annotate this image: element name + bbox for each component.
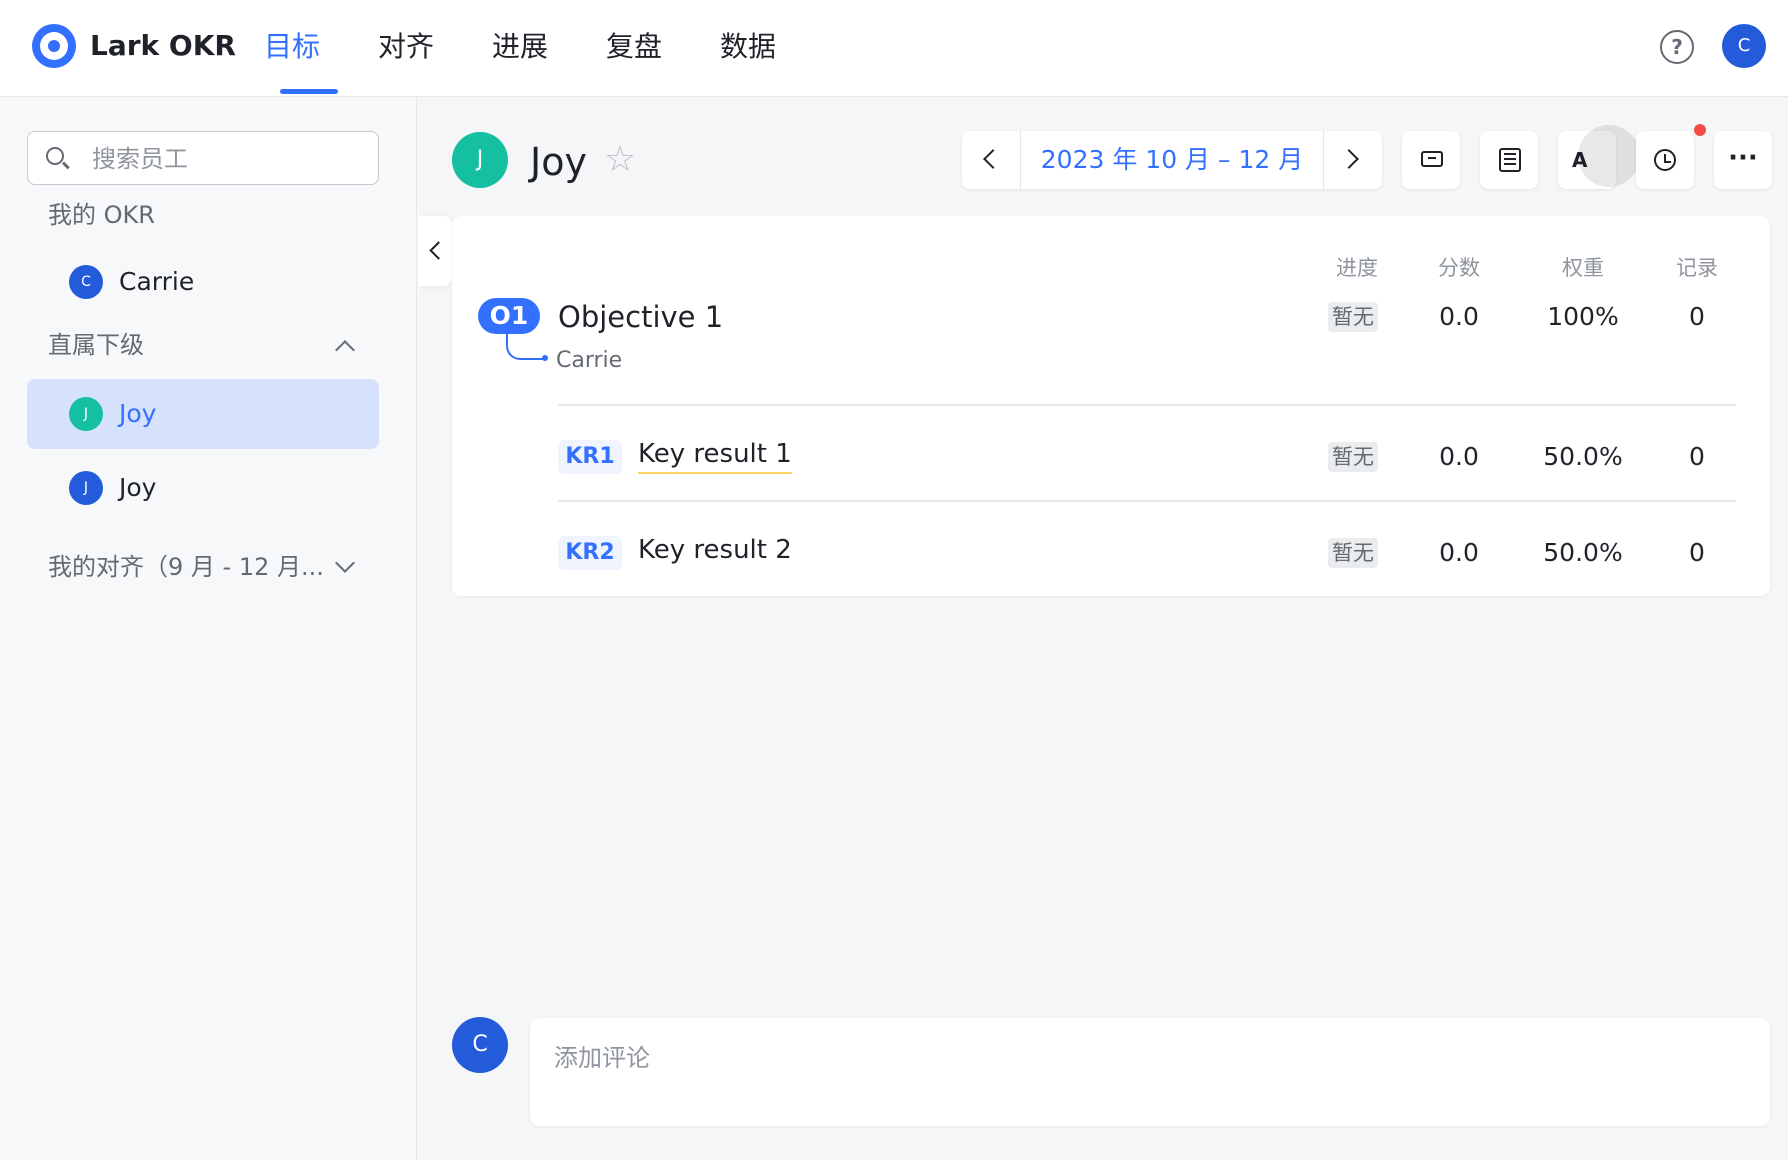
- kr-title[interactable]: Key result 2: [638, 532, 792, 568]
- employee-search[interactable]: [27, 131, 379, 185]
- objective-weight[interactable]: 100%: [1528, 300, 1638, 334]
- chevron-up-icon[interactable]: [335, 340, 355, 360]
- progress-tag[interactable]: 暂无: [1328, 538, 1378, 568]
- comment-icon: [1421, 151, 1443, 167]
- my-alignment-section-title[interactable]: 我的对齐（9 月 - 12 月...: [48, 551, 324, 583]
- kr-badge: KR1: [558, 440, 622, 474]
- column-header-score: 分数: [1438, 256, 1480, 280]
- main-nav: 目标 对齐 进展 复盘 数据: [264, 0, 834, 96]
- okr-owner-avatar: J: [452, 132, 508, 188]
- objective-score[interactable]: 0.0: [1404, 300, 1514, 334]
- user-avatar[interactable]: C: [1722, 24, 1766, 68]
- sidebar-item-label: Joy: [119, 473, 157, 502]
- progress-tag[interactable]: 暂无: [1328, 442, 1378, 472]
- comment-input[interactable]: [552, 1040, 1746, 1076]
- nav-tab-data[interactable]: 数据: [720, 0, 834, 96]
- list-view-button[interactable]: [1480, 131, 1538, 189]
- sidebar: 我的 OKR C Carrie 直属下级 J Joy J Joy 我的对齐（9 …: [0, 97, 417, 1160]
- chevron-down-icon[interactable]: [335, 553, 355, 573]
- sidebar-item-label: Carrie: [119, 267, 195, 296]
- top-bar: Lark OKR 目标 对齐 进展 复盘 数据 ? C: [0, 0, 1788, 97]
- star-icon[interactable]: ☆: [604, 138, 636, 182]
- column-header-weight: 权重: [1562, 256, 1604, 280]
- more-icon: ···: [1728, 143, 1758, 173]
- kr-weight[interactable]: 50.0%: [1528, 536, 1638, 570]
- owner-connector: [506, 334, 546, 360]
- nav-tab-alignment[interactable]: 对齐: [378, 0, 492, 96]
- list-icon: [1499, 148, 1521, 172]
- column-header-progress: 进度: [1336, 256, 1378, 280]
- kr-records[interactable]: 0: [1642, 440, 1752, 474]
- comment-button[interactable]: [1402, 131, 1460, 189]
- direct-reports-section-title[interactable]: 直属下级: [48, 329, 144, 361]
- column-header-records: 记录: [1676, 256, 1718, 280]
- collapse-sidebar-button[interactable]: [418, 216, 452, 286]
- owner-connector-dot: [542, 355, 548, 361]
- nav-tab-progress[interactable]: 进展: [492, 0, 606, 96]
- objective-badge: O1: [478, 298, 540, 334]
- progress-tag[interactable]: 暂无: [1328, 302, 1378, 332]
- okr-card: 进度 分数 权重 记录 O1 Objective 1 Carrie 暂无 0.0…: [452, 216, 1770, 596]
- kr-title[interactable]: Key result 1: [638, 436, 792, 474]
- sidebar-item-joy[interactable]: J Joy: [27, 453, 379, 523]
- help-icon[interactable]: ?: [1660, 30, 1694, 64]
- sidebar-item-joy-selected[interactable]: J Joy: [27, 379, 379, 449]
- sidebar-item-carrie[interactable]: C Carrie: [27, 247, 379, 317]
- app-title: Lark OKR: [90, 29, 236, 62]
- okr-owner-name: Joy: [530, 140, 587, 184]
- kr-score[interactable]: 0.0: [1404, 536, 1514, 570]
- divider: [558, 500, 1736, 502]
- avatar: J: [69, 471, 103, 505]
- comment-box[interactable]: [530, 1018, 1770, 1126]
- period-label[interactable]: 2023 年 10 月 – 12 月: [1020, 131, 1324, 189]
- nav-tab-objectives[interactable]: 目标: [264, 0, 378, 96]
- kr-weight[interactable]: 50.0%: [1528, 440, 1638, 474]
- avatar: J: [69, 397, 103, 431]
- kr-score[interactable]: 0.0: [1404, 440, 1514, 474]
- sidebar-item-label: Joy: [119, 399, 157, 428]
- objective-title[interactable]: Objective 1: [558, 298, 723, 336]
- next-period-button[interactable]: [1323, 131, 1382, 189]
- kr-records[interactable]: 0: [1642, 536, 1752, 570]
- objective-owner[interactable]: Carrie: [556, 346, 622, 376]
- history-icon: [1654, 149, 1676, 171]
- divider: [558, 404, 1736, 406]
- nav-tab-review[interactable]: 复盘: [606, 0, 720, 96]
- hover-highlight: [1578, 125, 1640, 187]
- search-icon: [46, 147, 64, 165]
- avatar: C: [69, 265, 103, 299]
- kr-badge: KR2: [558, 536, 622, 570]
- commenter-avatar: C: [452, 1017, 508, 1073]
- previous-period-button[interactable]: [962, 131, 1021, 189]
- notification-dot: [1694, 124, 1706, 136]
- my-okr-section-title[interactable]: 我的 OKR: [48, 199, 155, 231]
- lark-okr-logo-icon: [32, 24, 76, 68]
- objective-records[interactable]: 0: [1642, 300, 1752, 334]
- more-button[interactable]: ···: [1714, 131, 1772, 189]
- search-input[interactable]: [90, 142, 364, 176]
- history-button[interactable]: [1636, 131, 1694, 189]
- period-selector: 2023 年 10 月 – 12 月: [962, 131, 1382, 189]
